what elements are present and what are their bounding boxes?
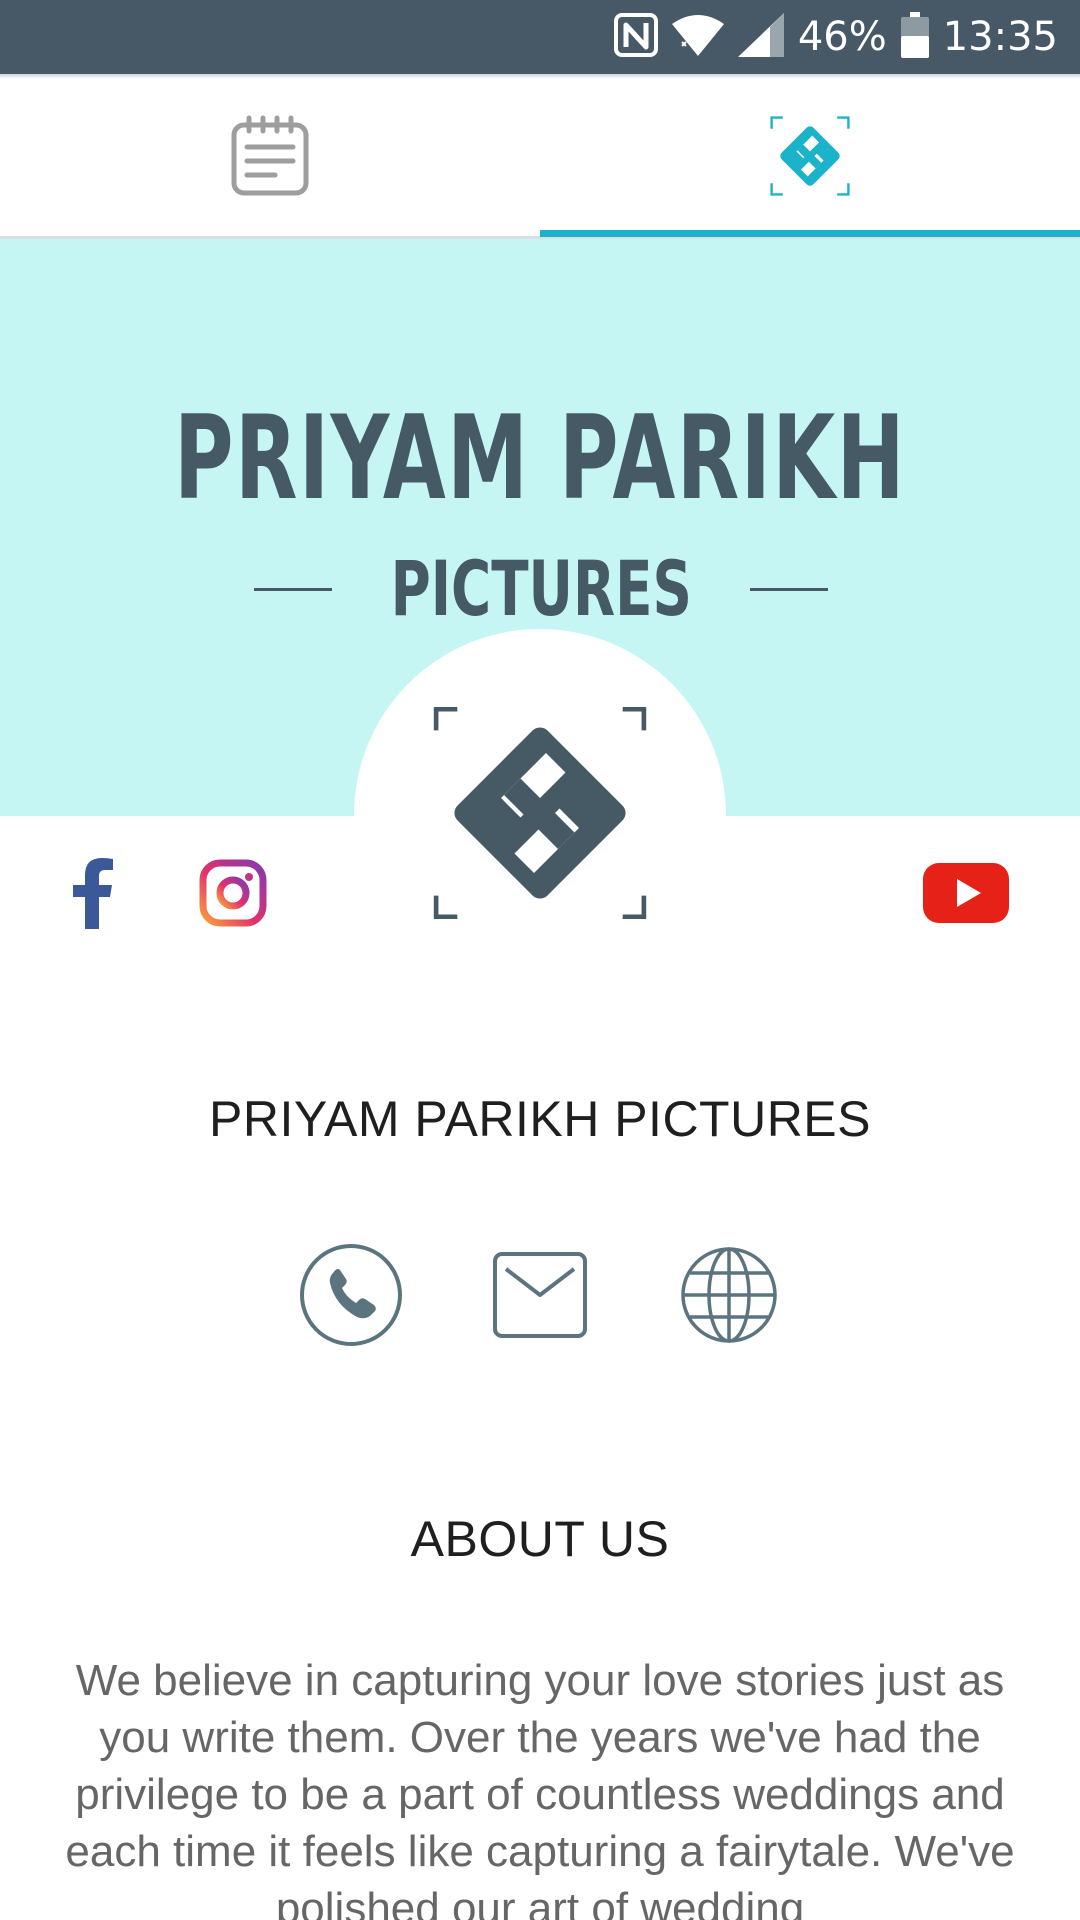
avatar: [354, 629, 726, 1001]
banner-rule-left: [254, 587, 332, 591]
about-text: We believe in capturing your love storie…: [65, 1656, 1015, 1920]
call-button[interactable]: [299, 1243, 403, 1352]
signal-icon: [737, 12, 784, 62]
banner-title: PRIYAM PARIKH: [174, 391, 906, 526]
facebook-icon: [71, 857, 115, 934]
tab-active-indicator: [540, 230, 1080, 237]
banner-rule-right: [750, 587, 828, 591]
banner-subtitle: PICTURES: [390, 544, 692, 633]
instagram-icon: [199, 859, 267, 932]
youtube-icon: [923, 862, 1009, 928]
email-button[interactable]: [488, 1245, 592, 1349]
banner-subtitle-row: PICTURES: [254, 549, 828, 629]
notepad-icon: [231, 115, 309, 202]
battery-icon: [900, 11, 929, 63]
globe-icon: [679, 1245, 779, 1350]
tab-details[interactable]: [0, 78, 540, 238]
tab-profile[interactable]: [540, 78, 1080, 238]
nfc-icon: [613, 12, 658, 62]
youtube-link[interactable]: [922, 855, 1010, 935]
profile-name: PRIYAM PARIKH PICTURES: [208, 1091, 872, 1147]
about-heading: ABOUT US: [410, 1511, 670, 1567]
brand-logo-large-icon: [429, 706, 651, 924]
brand-logo-icon: [769, 115, 851, 201]
instagram-link[interactable]: [198, 855, 268, 935]
clock: 13:35: [942, 14, 1058, 60]
wifi-icon: [671, 14, 724, 61]
status-bar: 46% 13:35: [0, 0, 1080, 74]
battery-percent: 46%: [797, 14, 887, 60]
tab-bar: [0, 78, 1080, 238]
phone-icon: [299, 1243, 403, 1352]
facebook-link[interactable]: [60, 855, 125, 935]
website-button[interactable]: [677, 1245, 781, 1349]
mail-icon: [492, 1251, 588, 1344]
